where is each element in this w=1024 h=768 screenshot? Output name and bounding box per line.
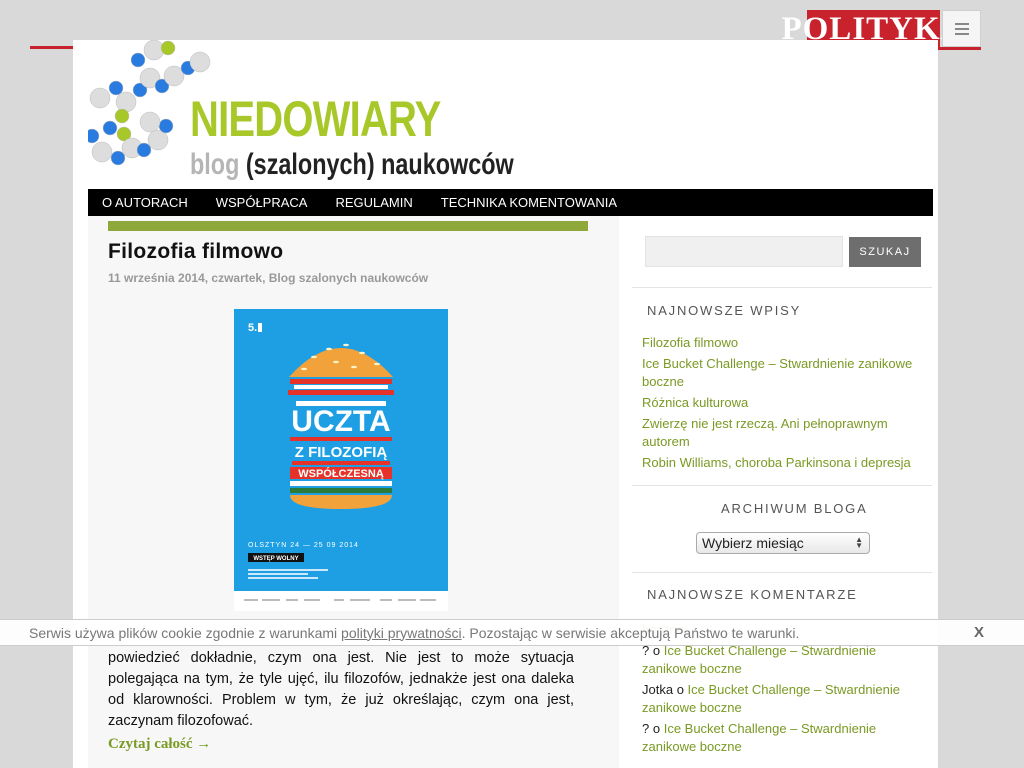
hamburger-icon[interactable]	[942, 10, 981, 47]
poster-wspolczesna: WSPÓŁCZESNĄ	[298, 467, 384, 480]
cookie-close-button[interactable]: X	[974, 624, 984, 641]
divider	[632, 485, 932, 486]
search-input[interactable]	[645, 236, 843, 267]
nav-regulamin[interactable]: REGULAMIN	[335, 195, 412, 210]
comment-item: ? o Ice Bucket Challenge – Stwardnienie …	[642, 721, 877, 754]
privacy-policy-link[interactable]: polityki prywatności	[341, 625, 462, 641]
recent-post-link[interactable]: Ice Bucket Challenge – Stwardnienie zani…	[642, 355, 922, 391]
cookie-banner: Serwis używa plików cookie zgodnie z war…	[0, 619, 1024, 646]
post-accent-bar	[108, 221, 588, 231]
archive-select-value: Wybierz miesiąc	[702, 535, 804, 551]
post-excerpt: powiedzieć dokładnie, czym ona jest. Nie…	[108, 650, 574, 729]
poster-graphic: 5. UCZTA Z FILOZOFIĄ WSPÓŁCZESNĄ OLSZTYN…	[234, 309, 448, 591]
divider	[632, 287, 932, 288]
comment-item: Jotka o Ice Bucket Challenge – Stwardnie…	[642, 682, 901, 715]
comment-post-link[interactable]: Ice Bucket Challenge – Stwardnienie zani…	[642, 643, 876, 676]
nav-o-autorach[interactable]: O AUTORACH	[102, 195, 188, 210]
poster-sponsors-strip	[234, 591, 448, 611]
nav-technika-komentowania[interactable]: TECHNIKA KOMENTOWANIA	[441, 195, 617, 210]
recent-posts-list: Filozofia filmowo Ice Bucket Challenge –…	[642, 334, 922, 475]
recent-post-link[interactable]: Różnica kulturowa	[642, 394, 922, 412]
comment-item: ? o Ice Bucket Challenge – Stwardnienie …	[642, 643, 877, 676]
search-button[interactable]: SZUKAJ	[849, 237, 921, 267]
select-arrows-icon: ▲ ▼	[855, 535, 863, 550]
recent-posts-title: NAJNOWSZE WPISY	[647, 303, 802, 318]
blog-title[interactable]: NIEDOWIARY	[190, 94, 441, 144]
divider	[632, 572, 932, 573]
post-meta: 11 września 2014, czwartek, Blog szalony…	[108, 271, 429, 285]
page: NIEDOWIARY blog (szalonych) naukowców O …	[73, 40, 938, 768]
archive-month-select[interactable]: Wybierz miesiąc ▲ ▼	[696, 532, 870, 554]
comment-post-link[interactable]: Ice Bucket Challenge – Stwardnienie zani…	[642, 721, 876, 754]
poster-z-filozofia: Z FILOZOFIĄ	[295, 444, 388, 461]
sidebar: SZUKAJ NAJNOWSZE WPISY Filozofia filmowo…	[632, 216, 932, 768]
comment-author: Jotka	[642, 682, 674, 697]
read-more-link[interactable]: Czytaj całość →	[108, 736, 211, 753]
poster-entry: WSTĘP WOLNY	[253, 556, 298, 562]
recent-comments-title: NAJNOWSZE KOMENTARZE	[647, 587, 858, 602]
blog-header: NIEDOWIARY blog (szalonych) naukowców	[88, 40, 933, 189]
post-column: Filozofia filmowo 11 września 2014, czwa…	[88, 216, 619, 768]
main-nav: O AUTORACH WSPÓŁPRACA REGULAMIN TECHNIKA…	[88, 189, 933, 216]
poster-uczta: UCZTA	[291, 405, 390, 438]
recent-post-link[interactable]: Zwierzę nie jest rzeczą. Ani pełnoprawny…	[642, 415, 922, 451]
nav-wspolpraca[interactable]: WSPÓŁPRACA	[216, 195, 308, 210]
poster-badge: 5.	[248, 322, 257, 334]
post-title[interactable]: Filozofia filmowo	[108, 240, 283, 264]
post-poster-image[interactable]: 5. UCZTA Z FILOZOFIĄ WSPÓŁCZESNĄ OLSZTYN…	[234, 309, 448, 591]
subtitle-blog: blog	[190, 148, 240, 181]
subtitle-naukowcow: (szalonych) naukowców	[245, 148, 514, 181]
recent-post-link[interactable]: Filozofia filmowo	[642, 334, 922, 352]
recent-post-link[interactable]: Robin Williams, choroba Parkinsona i dep…	[642, 454, 922, 472]
archive-title: ARCHIWUM BLOGA	[721, 501, 868, 516]
blog-subtitle: blog (szalonych) naukowców	[190, 150, 514, 180]
cookie-text: Serwis używa plików cookie zgodnie z war…	[29, 624, 800, 641]
poster-dates: OLSZTYN 24 — 25 09 2014	[248, 542, 359, 549]
